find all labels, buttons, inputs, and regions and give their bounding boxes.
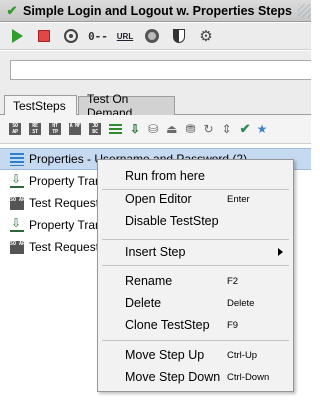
tree-item-label: Property Trar (29, 174, 100, 188)
target-icon (64, 29, 78, 43)
menu-item-label: Insert Step (125, 245, 186, 259)
menu-item-label: Disable TestStep (125, 214, 219, 228)
tab-teststeps[interactable]: TestSteps (4, 95, 77, 115)
menu-item-label: Move Step Up (125, 348, 205, 362)
assertion-icon[interactable]: ✔ (240, 121, 251, 137)
menu-separator (102, 239, 289, 240)
properties-icon (10, 152, 24, 166)
search-row (0, 51, 311, 87)
url-icon: URL (116, 31, 134, 41)
submenu-arrow-icon (278, 248, 283, 256)
soap-request-icon: SO AP (10, 196, 24, 210)
key-icon: 0-- (88, 29, 108, 43)
http-request-icon[interactable]: HT TP (49, 123, 61, 135)
search-input[interactable] (10, 60, 311, 80)
tab-test-on-demand[interactable]: Test On Demand (78, 92, 175, 120)
script-icon[interactable]: ↻ (204, 122, 214, 136)
menu-item-shortcut: Ctrl-Up (227, 349, 258, 361)
security-button[interactable] (168, 25, 190, 47)
menu-item-label: Move Step Down (125, 370, 221, 384)
options-button[interactable]: ⚙ (195, 25, 217, 47)
target-button[interactable] (60, 25, 82, 47)
property-transfer-icon[interactable]: ⇩ (130, 122, 140, 136)
window-title: Simple Login and Logout w. Properties St… (23, 3, 293, 18)
delay-icon[interactable]: ⏏ (166, 122, 177, 136)
step-toolbar: SO AP RE ST HT TP A MF JD BC ⇩ ⛁ ⏏ ⛃ ↻ ⇕… (0, 115, 311, 143)
menu-item-label: Clone TestStep (125, 318, 210, 332)
mock-response-icon[interactable]: ⛁ (148, 122, 158, 136)
stop-button[interactable] (33, 25, 55, 47)
property-transfer-icon (10, 216, 24, 232)
gear-icon: ⚙ (199, 27, 213, 45)
tree-item-label: Property Trar (29, 218, 100, 232)
menu-item-label: Open Editor (125, 192, 192, 206)
menu-item-rename[interactable]: Rename F2 (98, 270, 293, 292)
menu-item-run-from-here[interactable]: Run from here (98, 165, 293, 187)
tree-item-label: Test Request (29, 196, 100, 210)
soap-request-icon: SO AP (10, 240, 24, 254)
checkmark-icon: ✔ (6, 2, 18, 18)
menu-item-shortcut: Delete (227, 297, 255, 309)
star-icon[interactable]: ★ (257, 122, 268, 136)
menu-item-open-editor[interactable]: Open Editor Enter (98, 188, 293, 210)
move-icon[interactable]: ⇕ (222, 122, 232, 136)
menu-item-shortcut: Ctrl-Down (227, 371, 270, 383)
url-button[interactable]: URL (114, 25, 136, 47)
menu-item-label: Delete (125, 296, 162, 310)
menu-item-label: Rename (125, 274, 173, 288)
main-toolbar: 0-- URL ⚙ (0, 23, 311, 50)
properties-icon[interactable] (109, 123, 122, 135)
property-transfer-icon (10, 172, 24, 188)
amf-request-icon[interactable]: A MF (69, 123, 81, 135)
tree-item-label: Test Request (29, 240, 100, 254)
context-menu: Run from here Open Editor Enter Disable … (97, 159, 294, 392)
credentials-button[interactable]: 0-- (87, 25, 109, 47)
menu-separator (102, 265, 289, 266)
title-bar: ✔ Simple Login and Logout w. Properties … (0, 0, 311, 22)
menu-item-insert-step[interactable]: Insert Step (98, 241, 293, 263)
run-testcase-icon[interactable]: ⛃ (185, 122, 195, 136)
menu-item-move-step-down[interactable]: Move Step Down Ctrl-Down (98, 366, 293, 388)
dial-button[interactable] (141, 25, 163, 47)
menu-separator (102, 340, 289, 341)
tab-strip: TestSteps Test On Demand (0, 87, 311, 120)
jdbc-request-icon[interactable]: JD BC (89, 123, 101, 135)
dial-icon (145, 29, 159, 43)
menu-item-delete[interactable]: Delete Delete (98, 292, 293, 314)
menu-item-clone-teststep[interactable]: Clone TestStep F9 (98, 314, 293, 336)
menu-item-move-step-up[interactable]: Move Step Up Ctrl-Up (98, 344, 293, 366)
menu-item-disable-teststep[interactable]: Disable TestStep (98, 210, 293, 232)
menu-item-shortcut: F2 (227, 275, 239, 287)
run-button[interactable] (6, 25, 28, 47)
menu-item-label: Run from here (125, 169, 205, 183)
title-bar-grip[interactable] (298, 3, 311, 18)
rest-request-icon[interactable]: RE ST (29, 123, 41, 135)
menu-item-shortcut: Enter (227, 193, 250, 205)
stop-icon (38, 30, 50, 42)
run-icon (11, 29, 23, 43)
shield-icon (173, 29, 185, 43)
menu-item-shortcut: F9 (227, 319, 239, 331)
soap-request-icon[interactable]: SO AP (9, 123, 21, 135)
